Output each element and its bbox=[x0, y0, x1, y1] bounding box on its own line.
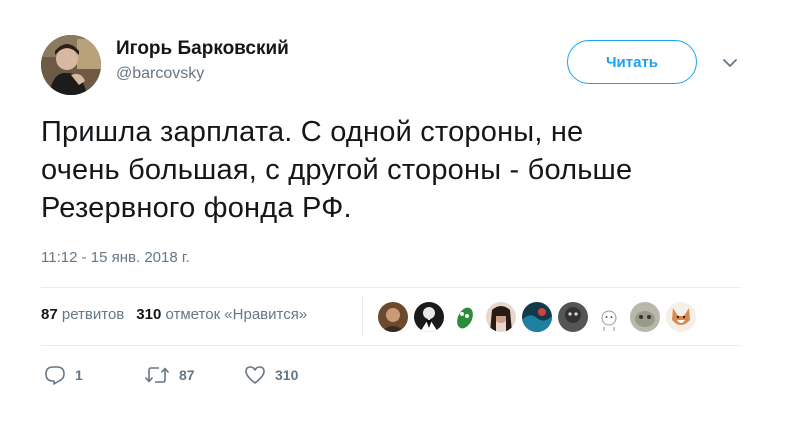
liker-avatar[interactable] bbox=[594, 302, 624, 332]
tweet-text-line: очень большая, с другой стороны - больше bbox=[41, 154, 633, 186]
chevron-down-icon[interactable] bbox=[720, 56, 740, 70]
reply-button[interactable]: 1 bbox=[44, 365, 83, 385]
liker-avatar[interactable] bbox=[486, 302, 516, 332]
author-handle[interactable]: @barcovsky bbox=[116, 65, 204, 83]
retweets-count: 87 bbox=[41, 306, 58, 323]
retweet-count: 87 bbox=[179, 367, 195, 383]
follow-button[interactable]: Читать bbox=[567, 40, 697, 84]
like-button[interactable]: 310 bbox=[244, 365, 298, 385]
likes-count: 310 bbox=[136, 306, 162, 323]
retweet-icon bbox=[144, 367, 170, 383]
retweets-stat[interactable]: 87 ретвитов bbox=[41, 306, 124, 323]
retweet-button[interactable]: 87 bbox=[144, 365, 195, 385]
avatar-image bbox=[41, 35, 101, 95]
author-name[interactable]: Игорь Барковский bbox=[116, 38, 289, 60]
tweet-text: Пришла зарплата. С одной стороны, не оче… bbox=[41, 113, 761, 227]
stats-divider bbox=[362, 296, 363, 336]
liker-avatar[interactable] bbox=[522, 302, 552, 332]
retweets-label: ретвитов bbox=[61, 306, 125, 323]
tweet-stats: 87 ретвитов 310 отметок «Нравится» bbox=[41, 306, 307, 323]
heart-icon bbox=[245, 366, 265, 384]
liker-avatar[interactable] bbox=[558, 302, 588, 332]
liker-avatar[interactable] bbox=[378, 302, 408, 332]
like-count: 310 bbox=[275, 367, 299, 383]
divider bbox=[41, 287, 741, 288]
reply-count: 1 bbox=[75, 367, 83, 383]
tweet-timestamp[interactable]: 11:12 - 15 янв. 2018 г. bbox=[41, 249, 190, 266]
avatar[interactable] bbox=[41, 35, 101, 95]
likes-stat[interactable]: 310 отметок «Нравится» bbox=[136, 306, 307, 323]
liker-avatar[interactable] bbox=[666, 302, 696, 332]
tweet-text-line: Резервного фонда РФ. bbox=[41, 192, 352, 224]
divider bbox=[41, 345, 741, 346]
liker-avatar[interactable] bbox=[414, 302, 444, 332]
liker-avatar[interactable] bbox=[630, 302, 660, 332]
likes-label: отметок «Нравится» bbox=[165, 306, 308, 323]
tweet-text-line: Пришла зарплата. С одной стороны, не bbox=[41, 116, 584, 148]
reply-icon bbox=[45, 366, 65, 385]
liker-avatar[interactable] bbox=[450, 302, 480, 332]
